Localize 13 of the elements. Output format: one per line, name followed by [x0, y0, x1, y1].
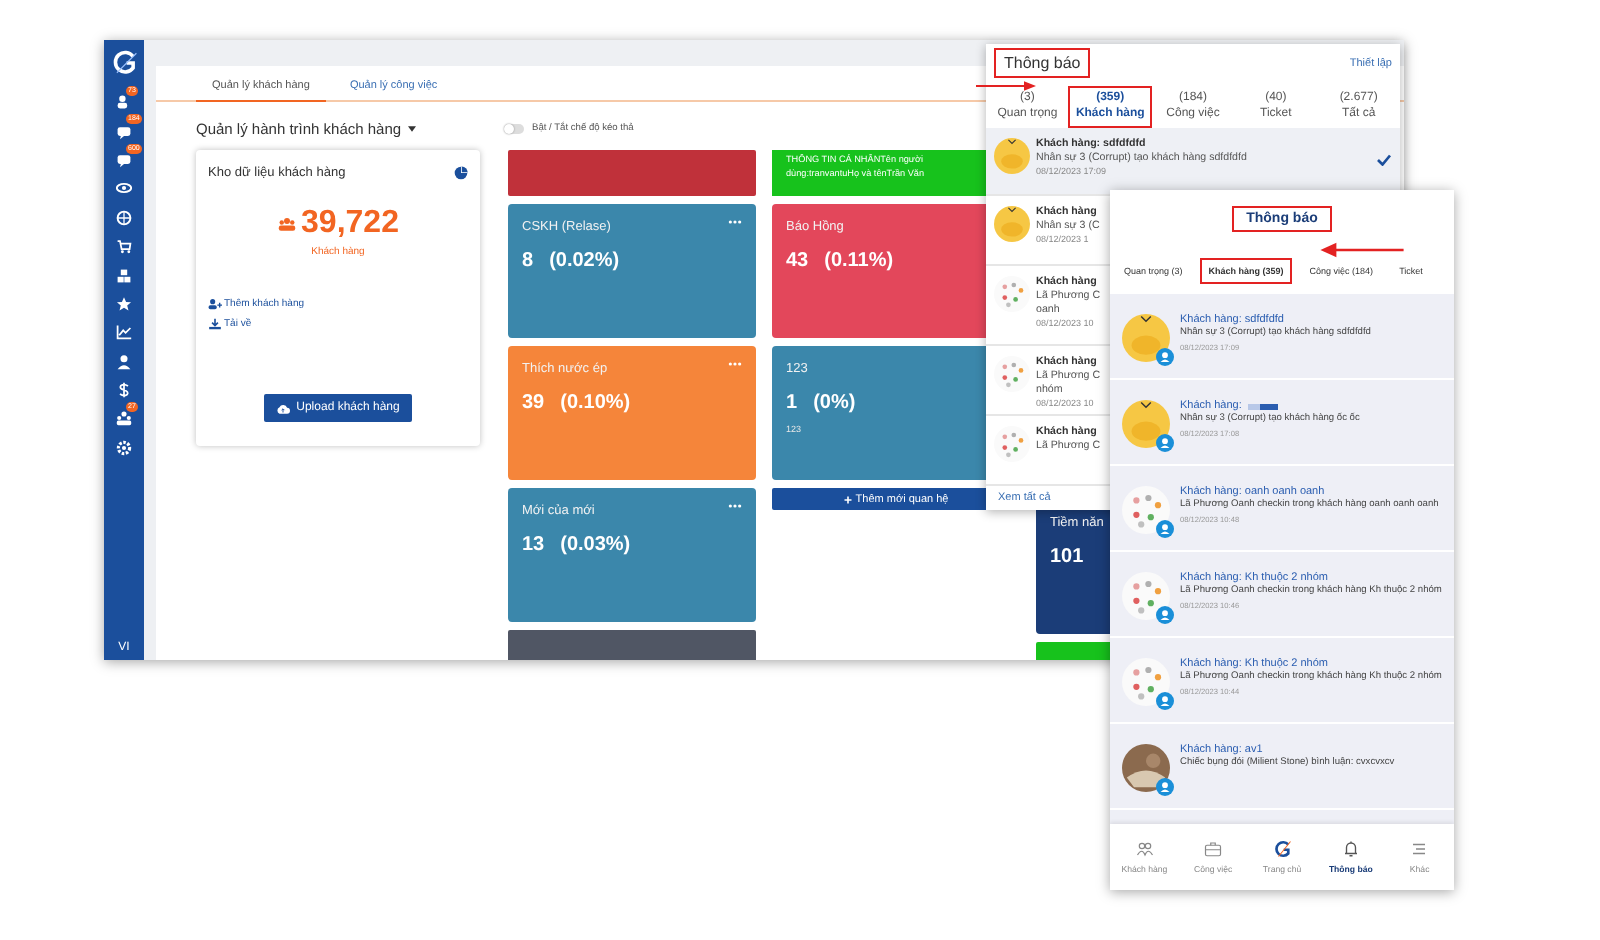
stage-percent: (0.10%) [560, 392, 631, 414]
panel-title: Thông báo [994, 48, 1091, 79]
stage-percent: (0.02%) [549, 250, 620, 272]
stage-count: 8 [522, 250, 534, 272]
stage-count: 43 [786, 250, 809, 272]
stage-count: 1 [786, 392, 798, 414]
stage-percent: (0%) [813, 392, 856, 414]
stage-count: 101 [1050, 546, 1084, 568]
customer-count: 39,722 [301, 206, 399, 242]
stage-count: 13 [522, 534, 545, 556]
stage-percent: (0.11%) [824, 250, 894, 272]
stage-percent: (0.03%) [560, 534, 631, 556]
stage-count: 39 [522, 392, 545, 414]
